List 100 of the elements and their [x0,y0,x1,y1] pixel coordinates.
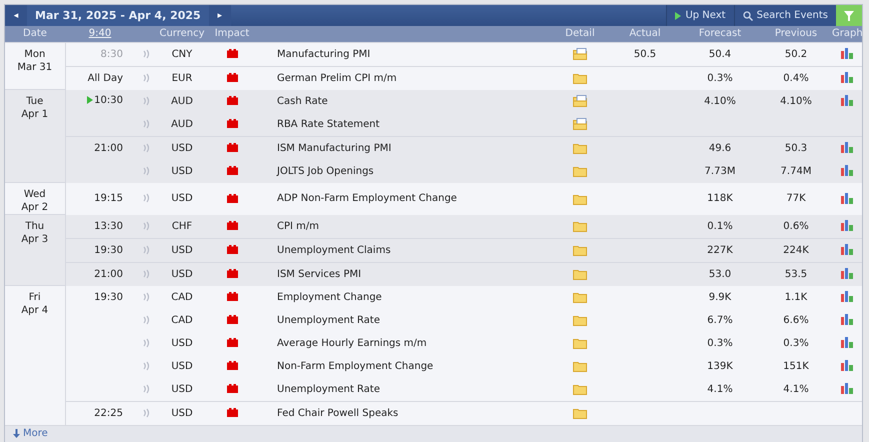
bar-chart-icon[interactable] [841,360,853,372]
folder-icon[interactable] [573,220,587,232]
event-name: Manufacturing PMI [277,48,370,60]
forecast-value: 4.10% [704,96,736,106]
event-time: 19:30 [94,292,123,302]
down-arrow-icon [13,429,20,438]
forecast-value: 0.1% [707,220,733,232]
previous-value: 1.1K [784,292,808,302]
sound-icon[interactable] [142,408,150,418]
sound-icon[interactable] [142,360,150,371]
forecast-value: 0.3% [707,338,733,348]
up-next-button[interactable]: Up Next [666,5,734,26]
folder-icon[interactable] [573,291,587,303]
date-range-button[interactable]: Mar 31, 2025 - Apr 4, 2025 [27,5,209,26]
bar-chart-icon[interactable] [841,268,853,280]
event-name: ISM Services PMI [277,268,362,280]
bar-chart-icon[interactable] [841,192,853,204]
currency-code: USD [171,360,193,372]
previous-value: 151K [783,360,809,372]
bar-chart-icon[interactable] [841,314,853,326]
previous-week-button[interactable]: ◂ [5,5,27,26]
event-time: 21:00 [94,142,123,154]
currency-code: USD [171,268,193,280]
play-icon [675,12,682,20]
folder-icon[interactable] [573,407,587,419]
sound-icon[interactable] [142,292,150,302]
bar-chart-icon[interactable] [841,244,853,256]
forecast-value: 53.0 [708,268,732,280]
event-time: 19:30 [94,244,123,256]
event-time: All Day [88,72,123,84]
previous-value: 77K [786,193,806,204]
folder-icon[interactable] [573,268,587,280]
folder-icon[interactable] [573,314,587,326]
bar-chart-icon[interactable] [841,165,853,176]
currency-code: USD [171,408,193,418]
sound-icon[interactable] [142,193,150,204]
column-header: Previous [774,28,818,40]
sound-icon[interactable] [142,384,150,394]
forecast-value: 50.4 [708,48,732,60]
previous-value: 224K [783,244,809,256]
bar-chart-icon[interactable] [841,142,853,154]
forecast-value: 6.7% [707,314,733,326]
sound-icon[interactable] [142,96,150,106]
folder-icon[interactable] [573,192,587,204]
currency-code: USD [171,166,193,176]
forecast-value: 0.3% [707,72,733,84]
folder-icon[interactable] [573,383,587,395]
folder-icon[interactable] [573,244,587,256]
bar-chart-icon[interactable] [841,291,853,302]
previous-value: 53.5 [784,268,808,280]
column-header: Impact [214,28,250,40]
folder-icon[interactable] [573,142,587,154]
sound-icon[interactable] [142,48,150,59]
currency-code: CAD [171,292,193,302]
folder-icon[interactable] [573,165,587,177]
currency-code: AUD [171,96,193,106]
forecast-value: 139K [707,360,733,372]
sound-icon[interactable] [142,166,150,176]
event-name: Average Hourly Earnings m/m [277,338,427,348]
folder-icon[interactable] [573,337,587,349]
event-name: Non-Farm Employment Change [277,360,434,372]
bar-chart-icon[interactable] [841,220,853,232]
folder-icon[interactable] [573,360,587,372]
filter-icon [844,10,854,20]
folder-icon[interactable] [573,72,587,84]
column-header: Date [23,28,47,40]
column-header: Graph [832,28,863,40]
sound-icon[interactable] [142,314,150,325]
currency-code: CNY [172,48,192,60]
column-header: Forecast [698,28,742,40]
sound-icon[interactable] [142,142,150,153]
date-label: Thu Apr 3 [20,220,50,246]
date-label: Tue Apr 1 [20,95,50,121]
bar-chart-icon[interactable] [841,383,853,394]
sound-icon[interactable] [142,244,150,255]
event-name: ISM Manufacturing PMI [277,142,392,154]
bar-chart-icon[interactable] [841,337,853,348]
event-time: 8:30 [100,48,123,60]
next-week-button[interactable]: ▸ [208,5,231,26]
currency-code: CAD [171,314,193,326]
currency-code: USD [171,193,193,204]
column-header: Currency [159,28,205,40]
search-events-button[interactable]: Search Events [734,5,836,26]
bar-chart-icon[interactable] [841,95,853,106]
bar-chart-icon[interactable] [841,72,853,84]
currency-code: USD [171,384,193,394]
bar-chart-icon[interactable] [841,48,853,60]
previous-value: 7.74M [780,166,812,176]
sound-icon[interactable] [142,338,150,348]
event-name: Unemployment Rate [277,384,380,394]
event-name: Unemployment Rate [277,314,380,326]
filter-button[interactable] [836,5,862,26]
currency-code: USD [171,338,193,348]
more-link[interactable]: More [13,428,48,439]
event-name: ADP Non-Farm Employment Change [277,193,457,204]
search-icon [742,10,753,20]
sound-icon[interactable] [142,72,150,83]
sound-icon[interactable] [142,220,150,231]
sound-icon[interactable] [142,118,150,129]
sound-icon[interactable] [142,268,150,279]
